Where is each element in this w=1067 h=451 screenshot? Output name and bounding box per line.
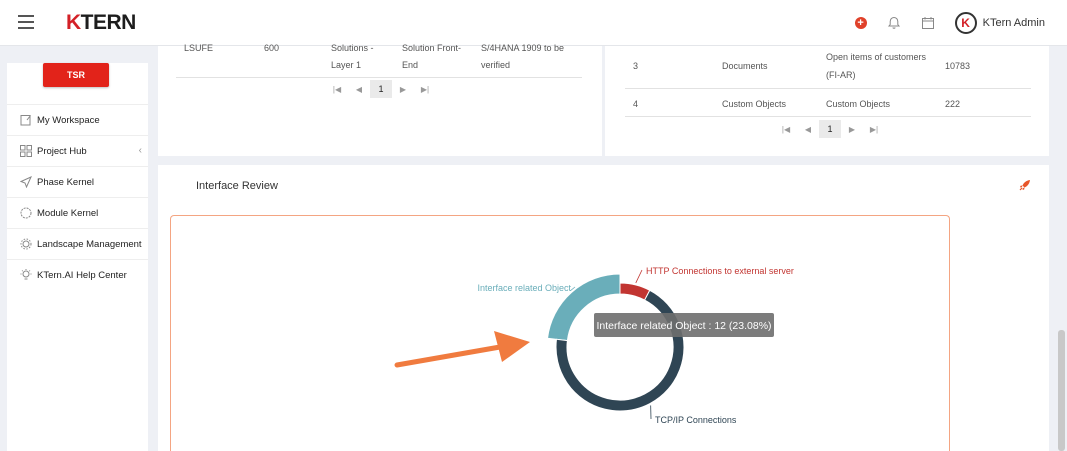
interface-review-card: Interface Review xyxy=(158,165,1049,451)
table-divider xyxy=(625,116,1031,117)
chevron-left-icon[interactable]: ‹ xyxy=(139,145,142,156)
gear-icon xyxy=(19,238,32,251)
top-left-table-card: LSUFE 600 Solutions - Solution Front- S/… xyxy=(158,43,602,156)
current-page[interactable]: 1 xyxy=(370,80,392,98)
send-icon xyxy=(19,176,32,189)
table-cell: 222 xyxy=(945,99,961,109)
table-divider xyxy=(176,77,582,78)
table-cell: Open items of customers xyxy=(826,52,927,62)
sidebar-item-module-kernel[interactable]: Module Kernel xyxy=(7,197,148,228)
table-cell: 600 xyxy=(264,43,280,53)
sidebar-item-help-center[interactable]: KTern.AI Help Center xyxy=(7,259,148,290)
next-page-icon[interactable]: ▶ xyxy=(392,85,414,94)
sidebar-item-label: Phase Kernel xyxy=(37,176,95,188)
avatar-letter: K xyxy=(961,16,970,30)
sidebar-item-phase-kernel[interactable]: Phase Kernel xyxy=(7,166,148,197)
avatar[interactable]: K xyxy=(954,12,977,34)
section-title: Interface Review xyxy=(196,180,278,192)
table-cell: Solutions - xyxy=(331,43,374,53)
ktern-logo[interactable]: KTERN xyxy=(66,11,136,35)
logo-text: TERN xyxy=(80,11,137,34)
rocket-icon[interactable] xyxy=(1019,179,1031,194)
scrollbar[interactable] xyxy=(1058,330,1065,451)
table-cell: Custom Objects xyxy=(722,99,787,109)
sidebar-item-my-workspace[interactable]: My Workspace xyxy=(7,104,148,135)
table-cell: S/4HANA 1909 to be xyxy=(481,43,565,53)
grid-icon xyxy=(19,145,32,158)
table-cell: End xyxy=(402,60,419,70)
menu-icon[interactable] xyxy=(18,15,34,29)
table-cell: Custom Objects xyxy=(826,99,891,109)
pagination: |◀ ◀ 1 ▶ ▶| xyxy=(775,120,885,138)
table-cell: verified xyxy=(481,60,511,70)
sidebar-item-label: KTern.AI Help Center xyxy=(37,269,127,281)
sidebar-item-label: Landscape Management xyxy=(37,238,142,250)
table-cell: Documents xyxy=(722,61,768,71)
sidebar-item-label: My Workspace xyxy=(37,114,100,126)
top-right-table-card: 3 Documents Open items of customers (FI-… xyxy=(605,46,1049,156)
add-icon[interactable]: + xyxy=(854,17,867,29)
sidebar-item-label: Module Kernel xyxy=(37,207,99,219)
table-cell: 3 xyxy=(633,61,639,71)
table-cell: Layer 1 xyxy=(331,60,362,70)
last-page-icon[interactable]: ▶| xyxy=(414,85,436,94)
bell-icon[interactable] xyxy=(887,16,901,30)
table-cell: 10783 xyxy=(945,61,971,71)
prev-page-icon[interactable]: ◀ xyxy=(797,125,819,134)
sidebar: TSR My Workspace Project Hub ‹ Phase Ker… xyxy=(7,63,148,451)
notepad-icon xyxy=(19,114,32,127)
table-cell: 4 xyxy=(633,99,639,109)
sidebar-item-label: Project Hub xyxy=(37,145,87,157)
next-page-icon[interactable]: ▶ xyxy=(841,125,863,134)
lightbulb-icon xyxy=(19,269,32,282)
circle-icon xyxy=(19,207,32,220)
first-page-icon[interactable]: |◀ xyxy=(326,85,348,94)
sidebar-item-project-hub[interactable]: Project Hub ‹ xyxy=(7,135,148,166)
chart-container xyxy=(170,215,950,451)
calendar-icon[interactable] xyxy=(921,16,935,30)
last-page-icon[interactable]: ▶| xyxy=(863,125,885,134)
first-page-icon[interactable]: |◀ xyxy=(775,125,797,134)
table-cell: (FI-AR) xyxy=(826,70,856,80)
tsr-button[interactable]: TSR xyxy=(43,63,109,87)
sidebar-item-landscape-management[interactable]: Landscape Management xyxy=(7,228,148,259)
prev-page-icon[interactable]: ◀ xyxy=(348,85,370,94)
pagination: |◀ ◀ 1 ▶ ▶| xyxy=(326,80,436,98)
table-divider xyxy=(625,88,1031,89)
table-cell: LSUFE xyxy=(184,43,214,53)
user-name[interactable]: KTern Admin xyxy=(983,17,1045,29)
logo-k: K xyxy=(66,11,81,34)
sidebar-nav: My Workspace Project Hub ‹ Phase Kernel … xyxy=(7,104,148,290)
current-page[interactable]: 1 xyxy=(819,120,841,138)
table-cell: Solution Front- xyxy=(402,43,462,53)
